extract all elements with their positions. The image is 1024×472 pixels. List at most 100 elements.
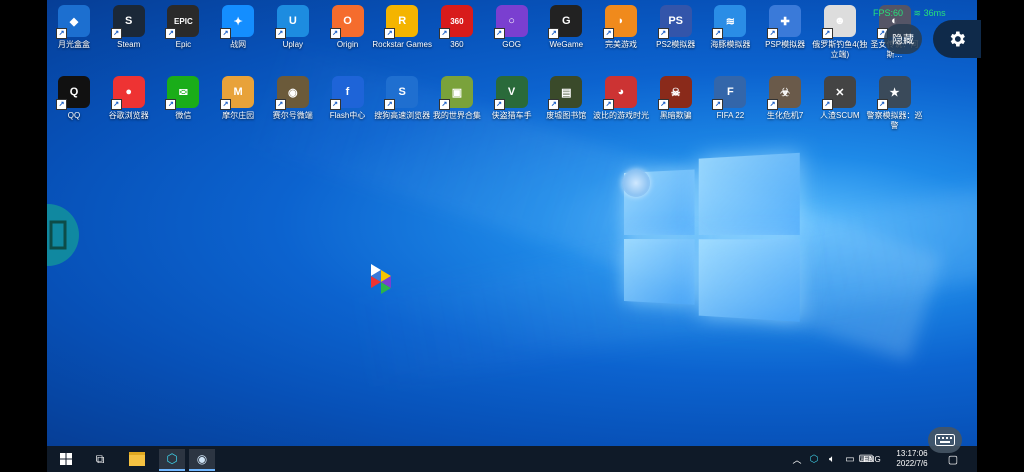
app-icon: V ↗ xyxy=(493,76,528,110)
app-icon: ☠ ↗ xyxy=(657,76,692,110)
app-icon: Q ↗ xyxy=(56,76,90,110)
desktop-icon[interactable]: ○ ↗ GOG xyxy=(481,5,543,50)
app-glyph: O xyxy=(343,15,352,27)
shortcut-arrow-icon: ↗ xyxy=(329,28,341,39)
ping-readout: 36ms xyxy=(923,8,946,18)
taskbar-app-steam[interactable]: ◉ xyxy=(189,449,215,471)
app-icon: ◗ ↗ xyxy=(603,5,637,39)
tray-cube-icon[interactable]: ⬡ xyxy=(807,449,821,469)
app-icon: R ↗ xyxy=(384,5,419,39)
desktop-icon[interactable]: ◉ ↗ 赛尔号微端 xyxy=(262,76,324,121)
desktop-icon[interactable]: ☻ ↗ 俄罗斯钓鱼4(独立端) xyxy=(809,5,871,60)
desktop-icon-label: 完美游戏 xyxy=(605,40,637,49)
desktop-icon-label: WeGame xyxy=(549,40,584,49)
app-icon: ◉ ↗ xyxy=(274,76,309,110)
desktop-icon-label: 360 xyxy=(450,40,464,49)
shortcut-arrow-icon: ↗ xyxy=(767,99,779,110)
desktop-icon-label: PS2模拟器 xyxy=(656,40,696,49)
shortcut-arrow-icon: ↗ xyxy=(56,99,67,110)
app-glyph: ◗ xyxy=(617,15,625,27)
app-glyph: f xyxy=(345,86,350,98)
shortcut-arrow-icon: ↗ xyxy=(712,28,724,39)
desktop-icon[interactable]: Q ↗ QQ xyxy=(47,76,105,121)
app-glyph: F xyxy=(727,86,734,98)
tray-chevron-icon[interactable]: ︿ xyxy=(791,449,803,469)
desktop-icon[interactable]: F ↗ FIFA 22 xyxy=(699,76,761,121)
shortcut-arrow-icon: ↗ xyxy=(657,99,669,110)
desktop-icon[interactable]: ◆ ↗ 月光盒盒 xyxy=(47,5,105,50)
desktop-icon-label: 战网 xyxy=(230,40,247,49)
desktop-icon[interactable]: V ↗ 侠盗猎车手 xyxy=(481,76,543,121)
volume-icon[interactable]: 🔈︎ xyxy=(825,449,839,469)
desktop-icon[interactable]: 360 ↗ 360 xyxy=(426,5,488,50)
desktop-icon[interactable]: ✦ ↗ 战网 xyxy=(207,5,269,50)
desktop-icon[interactable]: ☠ ↗ 黑暗欺骗 xyxy=(645,76,707,121)
desktop-icon[interactable]: ● ↗ 谷歌浏览器 xyxy=(98,76,160,121)
desktop-icon[interactable]: ✕ ↗ 人渣SCUM xyxy=(809,76,871,121)
start-button[interactable] xyxy=(55,449,77,469)
shortcut-arrow-icon: ↗ xyxy=(110,99,122,110)
desktop-icon[interactable]: S ↗ Steam xyxy=(98,5,160,50)
desktop-icon[interactable]: ✚ ↗ PSP模拟器 xyxy=(754,5,816,50)
desktop-icon[interactable]: f ↗ Flash中心 xyxy=(317,76,379,121)
desktop-icon[interactable]: EPIC ↗ Epic xyxy=(152,5,214,50)
app-icon: ☻ ↗ xyxy=(821,5,856,39)
desktop-icon[interactable]: ◗ ↗ 完美游戏 xyxy=(590,5,652,50)
desktop-icon[interactable]: ▣ ↗ 我的世界合集 xyxy=(426,76,488,121)
desktop-icon[interactable]: ≋ ↗ 海豚模拟器 xyxy=(699,5,761,50)
shortcut-arrow-icon: ↗ xyxy=(384,28,396,39)
hide-button[interactable]: 隐藏 xyxy=(884,24,922,54)
desktop-icon[interactable]: R ↗ Rockstar Games xyxy=(371,5,433,50)
desktop-icon[interactable]: PS ↗ PS2模拟器 xyxy=(645,5,707,50)
app-glyph: ✚ xyxy=(780,15,790,28)
settings-button[interactable] xyxy=(933,20,981,58)
desktop-icon-label: 生化危机7 xyxy=(766,111,804,120)
app-icon: ▣ ↗ xyxy=(438,76,473,110)
desktop-icon-label: Origin xyxy=(336,40,359,49)
desktop-icon[interactable]: ☣ ↗ 生化危机7 xyxy=(754,76,816,121)
shortcut-arrow-icon: ↗ xyxy=(821,28,833,39)
desktop-icon-label: 黑暗欺骗 xyxy=(659,111,692,120)
shortcut-arrow-icon: ↗ xyxy=(712,99,724,110)
file-explorer-icon[interactable] xyxy=(125,449,149,469)
desktop-icon[interactable]: S ↗ 搜狗高速浏览器 xyxy=(371,76,433,121)
desktop-icon[interactable]: M ↗ 摩尔庄园 xyxy=(207,76,269,121)
desktop-icon-label: Steam xyxy=(117,40,141,49)
app-glyph: S xyxy=(125,15,133,27)
network-icon[interactable]: ▭ xyxy=(843,449,857,469)
fps-readout: FPS:60 xyxy=(873,8,904,18)
keyboard-icon xyxy=(935,434,955,446)
shortcut-arrow-icon: ↗ xyxy=(274,28,286,39)
desktop[interactable]: ◆ ↗ 月光盒盒 S ↗ Steam EPIC ↗ Epic ✦ ↗ 战网 U ↗ Uplay O ↗ Origi… xyxy=(47,0,977,446)
desktop-icon[interactable]: ◕ ↗ 波比的游戏时光 xyxy=(590,76,652,121)
desktop-icon-label: Rockstar Games xyxy=(372,40,432,49)
app-icon: S ↗ xyxy=(110,5,145,39)
app-glyph: ≋ xyxy=(725,15,735,28)
shortcut-arrow-icon: ↗ xyxy=(384,99,396,110)
desktop-icon[interactable]: ▤ ↗ 废墟图书馆 xyxy=(535,76,597,121)
shortcut-arrow-icon: ↗ xyxy=(657,28,669,39)
desktop-icon-label: QQ xyxy=(67,111,81,120)
desktop-icon[interactable]: G ↗ WeGame xyxy=(535,5,597,50)
desktop-icon[interactable]: ★ ↗ 警察模拟器：巡警 xyxy=(864,76,926,131)
language-indicator[interactable]: ENG xyxy=(861,449,883,469)
shortcut-arrow-icon: ↗ xyxy=(548,99,560,110)
app-glyph: ✉ xyxy=(178,86,188,99)
app-glyph: U xyxy=(288,15,297,27)
desktop-icon[interactable]: U ↗ Uplay xyxy=(262,5,324,50)
taskbar-app-moonlight[interactable]: ⬡ xyxy=(159,449,185,471)
shortcut-arrow-icon: ↗ xyxy=(548,28,560,39)
app-glyph: G xyxy=(562,15,571,27)
task-view-icon[interactable]: ⧉ xyxy=(89,449,111,469)
desktop-icon[interactable]: O ↗ Origin xyxy=(317,5,379,50)
network-status: FPS:60 ≋ 36ms xyxy=(873,8,946,19)
desktop-icon-label: 侠盗猎车手 xyxy=(491,111,532,120)
app-glyph: ★ xyxy=(889,86,900,99)
desktop-icon-label: 摩尔庄园 xyxy=(222,111,255,120)
clock[interactable]: 13:17:06 2022/7/6 xyxy=(887,449,937,469)
virtual-keyboard-button[interactable] xyxy=(928,427,962,453)
shortcut-arrow-icon: ↗ xyxy=(220,28,232,39)
app-icon: F ↗ xyxy=(712,76,747,110)
desktop-icon[interactable]: ✉ ↗ 微信 xyxy=(152,76,214,121)
app-glyph: ☻ xyxy=(834,15,846,27)
